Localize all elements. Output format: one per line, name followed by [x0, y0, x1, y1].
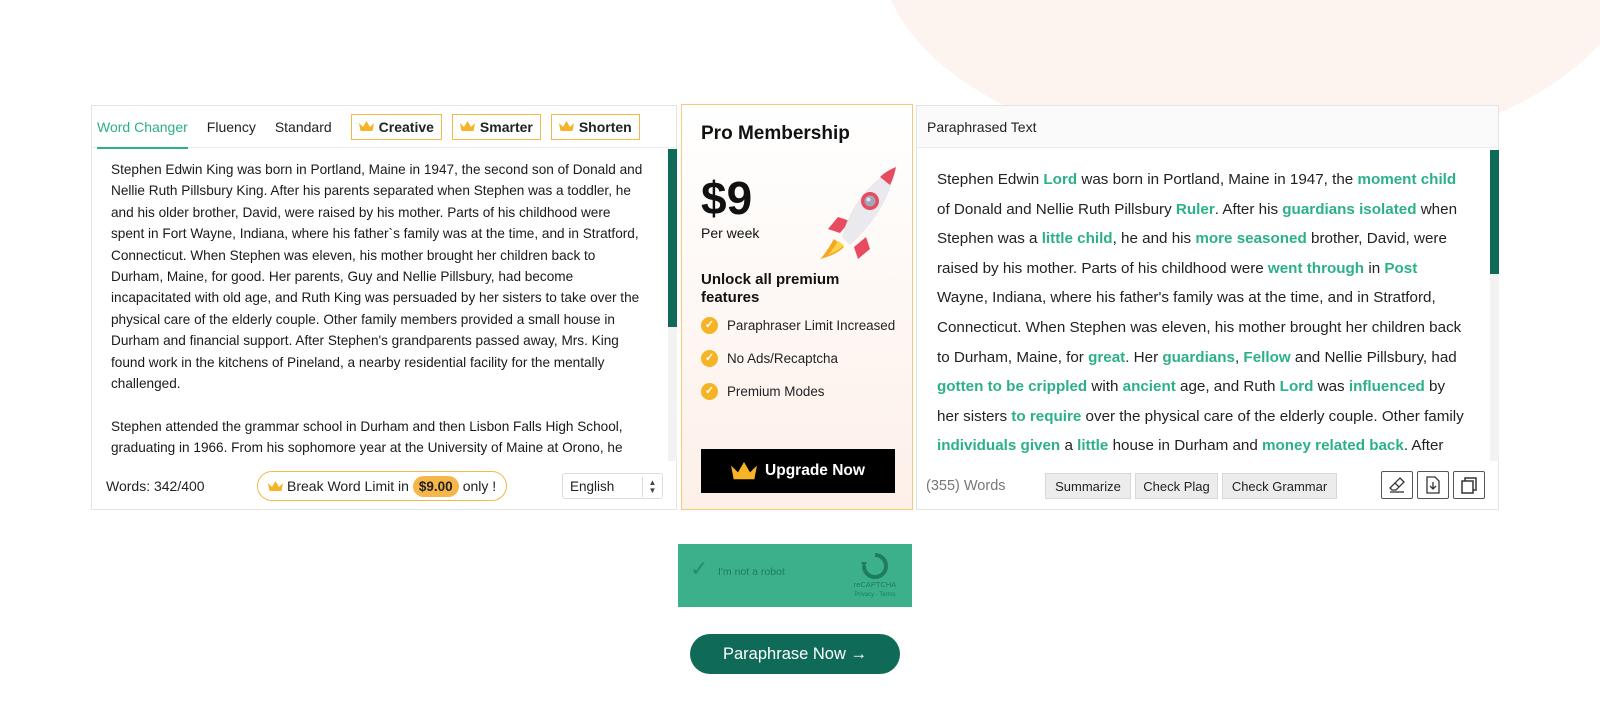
feature-list: ✓ Paraphraser Limit Increased ✓ No Ads/R…: [701, 317, 901, 416]
captcha-checkbox[interactable]: ✓: [690, 556, 708, 582]
output-footer: (355) Words Summarize Check Plag Check G…: [917, 461, 1500, 511]
tab-word-changer[interactable]: Word Changer: [97, 107, 188, 149]
scrollbar-thumb[interactable]: [668, 149, 677, 327]
feature-item: ✓ Paraphraser Limit Increased: [701, 317, 901, 334]
output-word-count: (355) Words: [926, 478, 1006, 494]
captcha-links[interactable]: Privacy - Terms: [848, 590, 902, 600]
tab-creative[interactable]: Creative: [350, 113, 442, 140]
feature-label: Premium Modes: [727, 384, 825, 399]
captcha-brand: reCAPTCHA Privacy - Terms: [848, 580, 902, 600]
copy-button[interactable]: [1453, 471, 1485, 499]
tab-smarter-label: Smarter: [479, 118, 533, 135]
feature-label: No Ads/Recaptcha: [727, 351, 838, 366]
input-word-count: Words: 342/400: [106, 478, 205, 494]
tab-shorten-label: Shorten: [578, 118, 632, 135]
paraphrase-now-button[interactable]: Paraphrase Now →: [690, 634, 900, 674]
break-limit-price: $9.00: [412, 475, 459, 497]
crown-icon: [731, 461, 758, 479]
check-grammar-button[interactable]: Check Grammar: [1222, 473, 1337, 499]
tab-smarter[interactable]: Smarter: [451, 113, 541, 140]
check-icon: ✓: [701, 317, 718, 334]
rocket-icon: [820, 167, 896, 259]
input-paragraph: Stephen attended the grammar school in D…: [111, 418, 623, 456]
eraser-icon: [1389, 477, 1405, 493]
tab-shorten[interactable]: Shorten: [550, 113, 640, 140]
download-icon: [1426, 476, 1440, 494]
feature-item: ✓ Premium Modes: [701, 383, 901, 400]
language-value: English: [570, 478, 615, 494]
break-limit-suffix: only !: [462, 478, 497, 494]
check-plag-button[interactable]: Check Plag: [1135, 473, 1218, 499]
input-textarea[interactable]: Stephen Edwin King was born in Portland,…: [92, 149, 677, 461]
crown-icon: [268, 480, 283, 491]
pro-title: Pro Membership: [701, 123, 850, 144]
crown-icon: [558, 121, 574, 131]
eraser-button[interactable]: [1381, 471, 1413, 499]
tab-creative-label: Creative: [378, 118, 434, 135]
check-icon: ✓: [701, 383, 718, 400]
copy-icon: [1461, 477, 1477, 494]
captcha-label: I'm not a robot: [718, 566, 785, 578]
output-text: Stephen Edwin Lord was born in Portland,…: [937, 171, 1464, 455]
pro-membership-card: Pro Membership $9 Per week Unlock all pr…: [681, 104, 913, 510]
tab-standard[interactable]: Standard: [275, 106, 332, 148]
scrollbar-thumb[interactable]: [1490, 150, 1499, 274]
recaptcha-widget[interactable]: ✓ I'm not a robot reCAPTCHA Privacy - Te…: [678, 544, 912, 607]
output-header: Paraphrased Text: [917, 106, 1498, 148]
select-arrows-icon: ▲ ▼: [642, 477, 662, 497]
input-scrollbar[interactable]: [668, 149, 677, 461]
mode-tabs: Word Changer Fluency Standard Creative S…: [92, 106, 676, 149]
break-word-limit-button[interactable]: Break Word Limit in $9.00 only !: [257, 471, 508, 501]
recaptcha-logo-icon: [861, 553, 888, 579]
feature-label: Paraphraser Limit Increased: [727, 318, 896, 333]
captcha-brand-name: reCAPTCHA: [853, 580, 897, 589]
crown-icon: [459, 121, 475, 131]
check-icon: ✓: [701, 350, 718, 367]
upgrade-now-button[interactable]: Upgrade Now: [701, 449, 895, 493]
feature-item: ✓ No Ads/Recaptcha: [701, 350, 901, 367]
pro-price: $9: [701, 172, 753, 224]
tab-fluency[interactable]: Fluency: [207, 106, 256, 148]
crown-icon: [358, 121, 374, 131]
upgrade-label: Upgrade Now: [765, 462, 865, 479]
language-select[interactable]: English ▲ ▼: [562, 473, 663, 499]
input-footer: Words: 342/400 Break Word Limit in $9.00…: [92, 461, 677, 511]
input-paragraph: Stephen Edwin King was born in Portland,…: [111, 162, 643, 392]
pro-period: Per week: [701, 225, 760, 241]
input-panel: Word Changer Fluency Standard Creative S…: [91, 105, 677, 510]
output-panel: Paraphrased Text Stephen Edwin Lord was …: [916, 105, 1499, 510]
summarize-button[interactable]: Summarize: [1045, 473, 1131, 499]
pro-unlock-heading: Unlock all premium features: [701, 271, 840, 306]
output-scrollbar[interactable]: [1490, 150, 1499, 461]
download-button[interactable]: [1417, 471, 1449, 499]
break-limit-text: Break Word Limit in: [287, 478, 409, 494]
page: Word Changer Fluency Standard Creative S…: [0, 0, 1600, 711]
